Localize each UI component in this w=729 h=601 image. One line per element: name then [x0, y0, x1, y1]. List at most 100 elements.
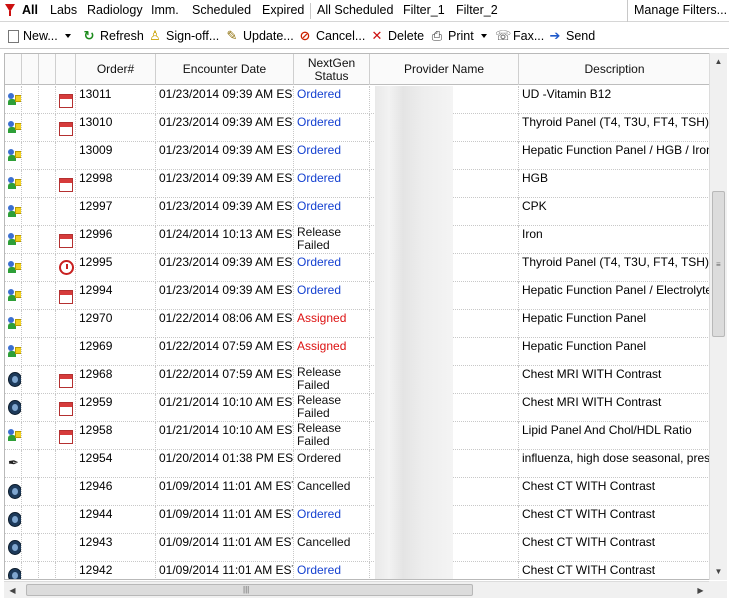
flag-cell: [22, 450, 39, 478]
tab-scheduled[interactable]: Scheduled: [192, 3, 251, 17]
orders-grid[interactable]: Order# Encounter Date NextGen Status Pro…: [4, 53, 709, 580]
header-type-column[interactable]: [5, 54, 22, 85]
table-row[interactable]: 12995 01/23/2014 09:39 AM EST Ordered Thyro…: [5, 254, 709, 282]
table-row[interactable]: 12969 01/22/2014 07:59 AM EST Assigned Hepa…: [5, 338, 709, 366]
table-row[interactable]: 12958 01/21/2014 10:10 AM EST Release Faile…: [5, 422, 709, 450]
cancel-button[interactable]: ⊘ Cancel...: [298, 27, 366, 45]
tab-labs[interactable]: Labs: [50, 3, 77, 17]
scrollbar-corner: [709, 581, 727, 598]
status-icon-cell: [56, 198, 76, 226]
table-row[interactable]: 12997 01/23/2014 09:39 AM EST Ordered CPK: [5, 198, 709, 226]
fax-button[interactable]: ☏ Fax...: [495, 27, 544, 45]
order-description: Chest MRI WITH Contrast: [522, 367, 662, 381]
print-dropdown-icon[interactable]: [480, 34, 487, 38]
order-description: Chest CT WITH Contrast: [522, 479, 656, 493]
header-provider-name[interactable]: Provider Name: [370, 54, 519, 85]
redaction-blur: [375, 114, 453, 142]
update-button[interactable]: ✎ Update...: [225, 27, 294, 45]
send-button[interactable]: ➔ Send: [548, 27, 596, 45]
lab-person-icon: [8, 149, 21, 163]
tab-expired[interactable]: Expired: [262, 3, 304, 17]
table-row[interactable]: 13011 01/23/2014 09:39 AM EST Ordered UD -V…: [5, 86, 709, 114]
scroll-right-arrow-icon[interactable]: ▶: [692, 582, 709, 599]
header-status-icon-column[interactable]: [56, 54, 76, 85]
scroll-up-arrow-icon[interactable]: ▲: [710, 53, 727, 70]
header-description[interactable]: Description: [519, 54, 709, 85]
lab-person-icon-part: [15, 263, 21, 270]
table-row[interactable]: 13010 01/23/2014 09:39 AM EST Ordered Thyro…: [5, 114, 709, 142]
encounter-date: 01/22/2014 08:06 AM EST: [156, 310, 294, 338]
provider-name-redacted: [370, 142, 519, 170]
horizontal-scrollbar[interactable]: ◀ ||| ▶: [4, 581, 709, 598]
type-icon-cell: [5, 114, 22, 142]
encounter-date: 01/21/2014 10:10 AM EST: [156, 422, 294, 450]
lab-person-icon-part: [15, 123, 21, 130]
provider-name-redacted: [370, 254, 519, 282]
tab-filter-1[interactable]: Filter_1: [403, 3, 445, 17]
provider-name-redacted: [370, 366, 519, 394]
delete-button[interactable]: ✕ Delete: [370, 27, 425, 45]
nextgen-status: Ordered: [294, 86, 370, 114]
manage-filters-button[interactable]: Manage Filters...: [627, 0, 729, 22]
provider-name-redacted: [370, 534, 519, 562]
tab-all-scheduled[interactable]: All Scheduled: [317, 3, 393, 17]
signoff-button[interactable]: ♙ Sign-off...: [148, 27, 219, 45]
header-order-number[interactable]: Order#: [76, 54, 156, 85]
new-button[interactable]: New...: [8, 27, 71, 45]
lab-person-icon: [8, 205, 21, 219]
vertical-scroll-thumb[interactable]: ≡: [712, 191, 725, 337]
flag-cell: [22, 254, 39, 282]
flag-cell: [22, 422, 39, 450]
table-row[interactable]: 12944 01/09/2014 11:01 AM EST Ordered Chest…: [5, 506, 709, 534]
header-flag-column[interactable]: [22, 54, 39, 85]
flag-cell: [22, 310, 39, 338]
table-row[interactable]: 12946 01/09/2014 11:01 AM EST Cancelled Che…: [5, 478, 709, 506]
type-icon-cell: [5, 198, 22, 226]
table-row[interactable]: 13009 01/23/2014 09:39 AM EST Ordered Hepat…: [5, 142, 709, 170]
toolbar: New... ↻ Refresh ♙ Sign-off... ✎ Update.…: [0, 23, 729, 49]
table-row[interactable]: ✒ 12954 01/20/2014 01:38 PM EST Ordered infl…: [5, 450, 709, 478]
tab-filter-2[interactable]: Filter_2: [456, 3, 498, 17]
tab-radiology[interactable]: Radiology: [87, 3, 143, 17]
radiology-scan-icon: [8, 540, 21, 555]
nextgen-status-line: Ordered: [297, 87, 342, 101]
header-nextgen-status[interactable]: NextGen Status: [294, 54, 370, 85]
table-row[interactable]: 12959 01/21/2014 10:10 AM EST Release Faile…: [5, 394, 709, 422]
type-icon-cell: [5, 226, 22, 254]
provider-name-redacted: [370, 394, 519, 422]
tab-imm[interactable]: Imm.: [151, 3, 179, 17]
table-row[interactable]: 12943 01/09/2014 11:01 AM EST Cancelled Che…: [5, 534, 709, 562]
encounter-date: 01/23/2014 09:39 AM EST: [156, 254, 294, 282]
table-row[interactable]: 12970 01/22/2014 08:06 AM EST Assigned Hepa…: [5, 310, 709, 338]
lab-person-icon-part: [15, 291, 21, 298]
header-alert-column[interactable]: [39, 54, 56, 85]
table-row[interactable]: 12994 01/23/2014 09:39 AM EST Ordered Hepat…: [5, 282, 709, 310]
scroll-down-arrow-icon[interactable]: ▼: [710, 563, 727, 580]
header-encounter-date[interactable]: Encounter Date: [156, 54, 294, 85]
type-icon-cell: [5, 170, 22, 198]
scroll-left-arrow-icon[interactable]: ◀: [4, 582, 21, 599]
order-description: influenza, high dose seasonal, preserv: [522, 451, 709, 465]
vertical-scrollbar[interactable]: ▲ ≡ ▼: [709, 53, 727, 580]
tab-all[interactable]: All: [22, 3, 38, 17]
encounter-date: 01/09/2014 11:01 AM EST: [156, 562, 294, 579]
alert-cell: [39, 478, 56, 506]
order-number: 12942: [76, 562, 156, 579]
status-icon-cell: [56, 310, 76, 338]
calendar-icon: [59, 234, 73, 248]
table-row[interactable]: 12942 01/09/2014 11:01 AM EST Ordered Chest…: [5, 562, 709, 579]
table-row[interactable]: 12998 01/23/2014 09:39 AM EST Ordered HGB: [5, 170, 709, 198]
alert-cell: [39, 422, 56, 450]
refresh-button[interactable]: ↻ Refresh: [82, 27, 144, 45]
table-row[interactable]: 12996 01/24/2014 10:13 AM EST Release Faile…: [5, 226, 709, 254]
table-row[interactable]: 12968 01/22/2014 07:59 AM EST Release Faile…: [5, 366, 709, 394]
flag-cell: [22, 142, 39, 170]
print-button[interactable]: ⎙ Print: [430, 27, 487, 45]
new-dropdown-icon[interactable]: [64, 34, 71, 38]
redaction-blur: [375, 366, 453, 394]
horizontal-scroll-thumb[interactable]: |||: [26, 584, 473, 596]
order-description: Hepatic Function Panel / Electrolyte P: [522, 283, 709, 297]
syringe-icon: ✒: [8, 455, 19, 470]
status-icon-cell: [56, 562, 76, 579]
provider-name-redacted: [370, 422, 519, 450]
